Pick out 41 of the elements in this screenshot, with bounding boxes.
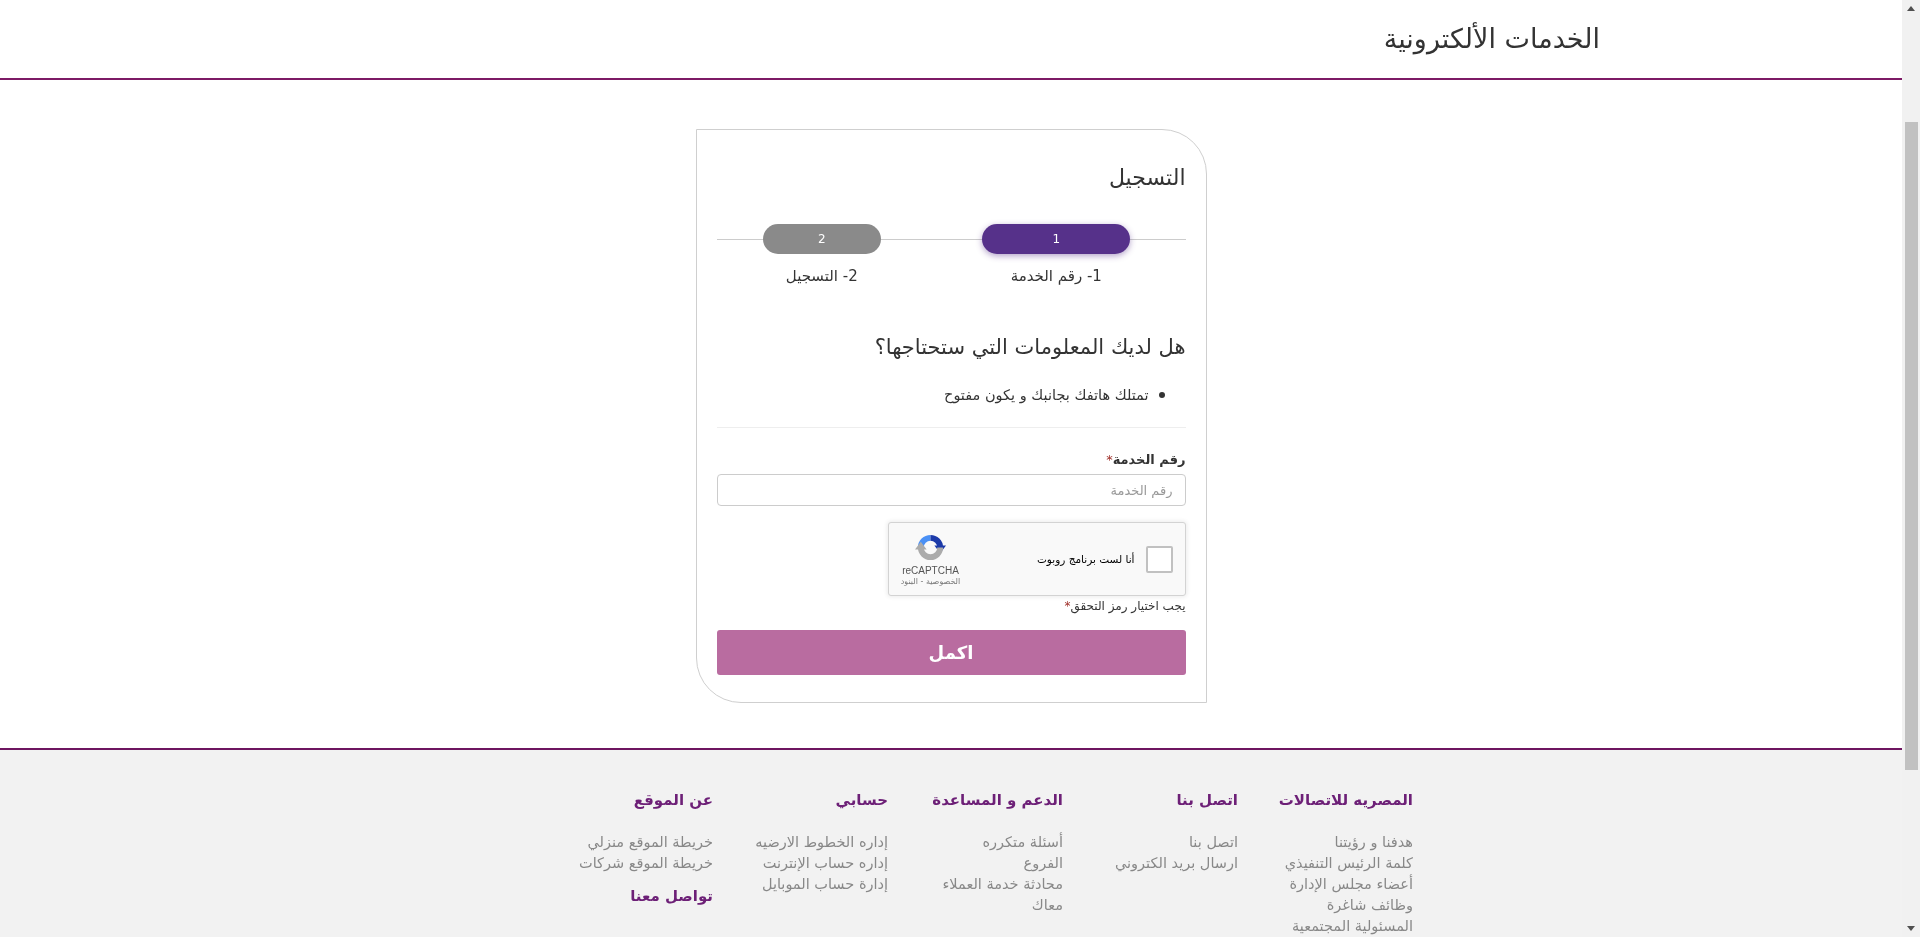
field-label: رقم الخدمة* <box>1105 451 1186 469</box>
scrollbar-thumb[interactable] <box>1904 122 1918 770</box>
footer-link[interactable]: خريطة الموقع منزلي <box>587 832 713 853</box>
footer-link[interactable]: إدارة حساب الموبايل <box>761 874 888 895</box>
requirement-text: تمتلك هاتفك بجانبك و يكون مفتوح <box>944 386 1149 406</box>
footer-link[interactable]: خريطة الموقع شركات <box>579 853 713 874</box>
footer-link[interactable]: الفروع <box>1023 853 1063 874</box>
card-title: التسجيل <box>1107 164 1186 192</box>
captcha-brand: reCAPTCHA <box>902 564 959 576</box>
captcha-checkbox[interactable] <box>1145 545 1173 573</box>
footer-link[interactable]: إداره حساب الإنترنت <box>762 853 888 874</box>
footer-link[interactable]: المسئولية المجتمعية <box>1292 916 1413 937</box>
footer-heading: اتصل بنا <box>1175 790 1238 811</box>
footer-link[interactable]: محادثة خدمة العملاء <box>942 874 1063 895</box>
scrollbar[interactable] <box>1902 0 1920 937</box>
footer-heading: حسابي <box>834 790 888 811</box>
footer-link[interactable]: وظائف شاغرة <box>1326 895 1413 916</box>
captcha-links[interactable]: الخصوصية - البنود <box>900 576 961 587</box>
step-label: 1- رقم الخدمة <box>1010 266 1102 286</box>
page-title: الخدمات الألكترونية <box>1383 21 1600 57</box>
footer-link[interactable]: أعضاء مجلس الإدارة <box>1289 874 1413 895</box>
step-label: 2- التسجيل <box>785 266 858 286</box>
footer-link[interactable]: إداره الخطوط الارضيه <box>755 832 888 853</box>
step-pill: 2 <box>762 224 881 254</box>
footer-heading: الدعم و المساعدة <box>931 790 1063 811</box>
footer-heading: المصريه للاتصالات <box>1277 790 1413 811</box>
footer-link[interactable]: كلمة الرئيس التنفيذي <box>1284 853 1413 874</box>
footer-link[interactable]: اتصل بنا <box>1188 832 1238 853</box>
footer-link[interactable]: معاك <box>1031 895 1063 916</box>
footer-link[interactable]: أسئلة متكرره <box>982 832 1063 853</box>
footer-link[interactable]: ارسال بريد الكتروني <box>1115 853 1238 874</box>
footer-heading: تواصل معنا <box>629 886 713 907</box>
footer-heading: عن الموقع <box>632 790 713 811</box>
service-number-input[interactable]: رقم الخدمة <box>716 474 1186 506</box>
captcha-label: أنا لست برنامج روبوت <box>1036 553 1135 565</box>
requirements-heading: هل لديك المعلومات التي ستحتاجها؟ <box>873 334 1186 361</box>
bullet-icon <box>1158 392 1165 398</box>
continue-button[interactable]: اكمل <box>716 630 1186 675</box>
error-message: يجب اختيار رمز التحقق* <box>1063 598 1186 615</box>
footer-link[interactable]: هدفنا و رؤيتنا <box>1334 832 1413 853</box>
step-pill: 1 <box>982 224 1131 254</box>
